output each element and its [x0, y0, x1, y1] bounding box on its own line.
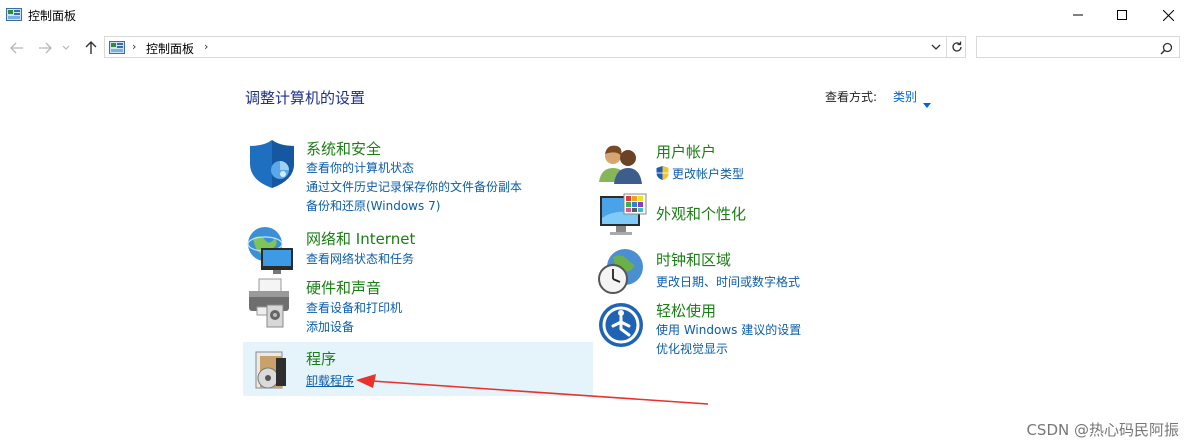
- annotation-arrow: [356, 374, 709, 405]
- watermark: CSDN @热心码民阿振: [1026, 421, 1179, 439]
